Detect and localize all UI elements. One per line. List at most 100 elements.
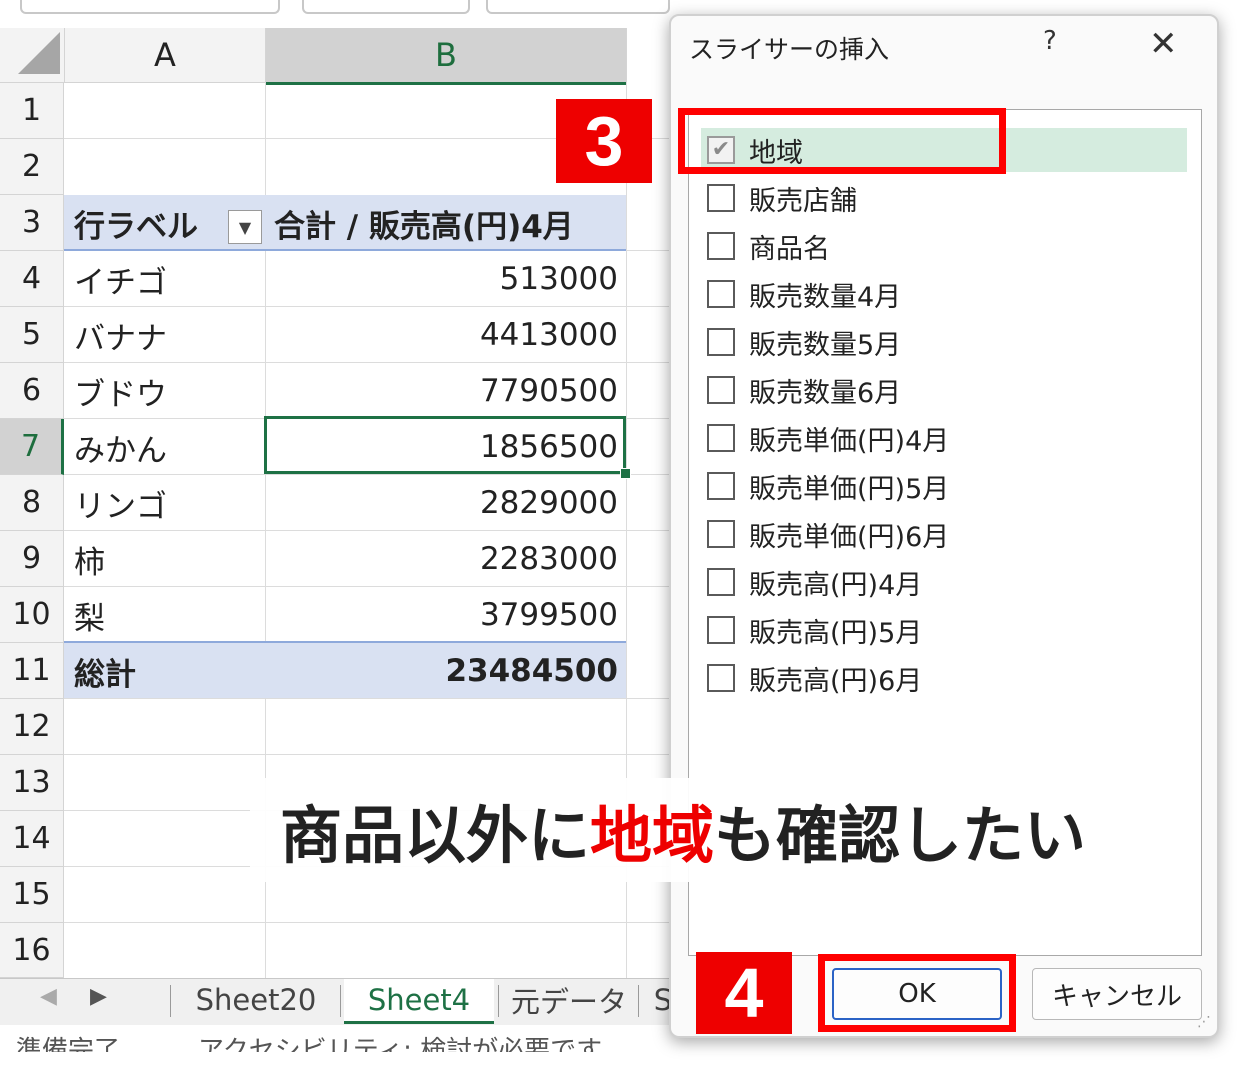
- pivot-total-value[interactable]: 23484500: [266, 643, 626, 699]
- field-item[interactable]: 販売数量5月: [707, 320, 1187, 364]
- field-label: 販売数量6月: [749, 377, 902, 409]
- column-header-a[interactable]: A: [65, 28, 266, 83]
- field-item[interactable]: 販売単価(円)5月: [707, 464, 1187, 508]
- tab-separator: [498, 985, 499, 1017]
- sheet-tab-active[interactable]: Sheet4: [344, 979, 494, 1024]
- tab-separator: [638, 985, 639, 1017]
- row-header[interactable]: 4: [0, 251, 64, 307]
- pivot-row-label[interactable]: 梨: [66, 587, 265, 643]
- annotation-caption: 商品以外に 地域 も確認したい: [250, 778, 1116, 882]
- pivot-row-value[interactable]: 2283000: [266, 531, 626, 587]
- close-icon[interactable]: ✕: [1149, 24, 1178, 64]
- pivot-filter-button[interactable]: ▼: [228, 210, 262, 244]
- row-header[interactable]: 15: [0, 867, 64, 923]
- row-header[interactable]: 12: [0, 699, 64, 755]
- status-bar-text: 準備完了 アクセシビリティ: 検討が必要です: [16, 1036, 603, 1052]
- checkbox[interactable]: [707, 520, 735, 548]
- row-header[interactable]: 11: [0, 643, 64, 699]
- checkbox[interactable]: [707, 472, 735, 500]
- caption-highlight: 地域: [589, 799, 714, 872]
- tab-separator: [340, 985, 341, 1017]
- row-header-selected[interactable]: 7: [0, 419, 64, 475]
- pivot-value-header[interactable]: 合計 / 販売高(円)4月: [266, 195, 626, 251]
- field-label: 販売数量4月: [749, 281, 902, 313]
- checkbox[interactable]: [707, 376, 735, 404]
- active-cell-outline: [264, 416, 626, 474]
- row-header[interactable]: 2: [0, 139, 64, 195]
- fill-handle[interactable]: [620, 468, 631, 479]
- step-3-badge: 3: [556, 99, 652, 183]
- field-label: 販売高(円)5月: [749, 617, 923, 649]
- pivot-row-value[interactable]: 7790500: [266, 363, 626, 419]
- field-label: 商品名: [749, 233, 830, 265]
- pivot-row-label[interactable]: イチゴ: [66, 251, 265, 307]
- pivot-row-label[interactable]: リンゴ: [66, 475, 265, 531]
- step-4-badge: 4: [696, 952, 792, 1034]
- ribbon-stub: [486, 0, 670, 14]
- row-header[interactable]: 8: [0, 475, 64, 531]
- pivot-row-label[interactable]: 柿: [66, 531, 265, 587]
- row-header[interactable]: 1: [0, 83, 64, 139]
- checkbox[interactable]: [707, 328, 735, 356]
- row-header[interactable]: 3: [0, 195, 64, 251]
- select-all-triangle-icon: [18, 32, 60, 74]
- pivot-row-value[interactable]: 4413000: [266, 307, 626, 363]
- ribbon-stub: [20, 0, 280, 14]
- pivot-row-label-header[interactable]: 行ラベル: [66, 195, 226, 251]
- pivot-row-value[interactable]: 513000: [266, 251, 626, 307]
- row-header[interactable]: 13: [0, 755, 64, 811]
- checkbox[interactable]: [707, 184, 735, 212]
- field-label: 販売数量5月: [749, 329, 902, 361]
- pivot-total-label[interactable]: 総計: [66, 643, 265, 699]
- checkbox[interactable]: [707, 424, 735, 452]
- row-header[interactable]: 6: [0, 363, 64, 419]
- pivot-row-value[interactable]: 3799500: [266, 587, 626, 643]
- cancel-button[interactable]: キャンセル: [1032, 968, 1202, 1020]
- checkbox[interactable]: [707, 280, 735, 308]
- row-header[interactable]: 5: [0, 307, 64, 363]
- gridline: [64, 922, 670, 923]
- tab-scroll-left-icon[interactable]: ◀: [40, 984, 57, 1009]
- field-label: 販売単価(円)4月: [749, 425, 950, 457]
- field-item[interactable]: 販売数量4月: [707, 272, 1187, 316]
- pivot-row-value[interactable]: 2829000: [266, 475, 626, 531]
- resize-grip-icon[interactable]: ⋰: [1197, 1014, 1211, 1030]
- caption-text: 商品以外に: [279, 799, 590, 872]
- checkbox[interactable]: [707, 232, 735, 260]
- field-label: 販売店舗: [749, 185, 857, 217]
- field-label: 販売高(円)4月: [749, 569, 923, 601]
- row-header[interactable]: 16: [0, 923, 64, 978]
- field-item[interactable]: 商品名: [707, 224, 1187, 268]
- dropdown-arrow-icon: ▼: [238, 217, 252, 237]
- field-item[interactable]: 販売数量6月: [707, 368, 1187, 412]
- field-item[interactable]: 販売店舗: [707, 176, 1187, 220]
- field-label: 販売単価(円)5月: [749, 473, 950, 505]
- checkbox[interactable]: [707, 568, 735, 596]
- row-header[interactable]: 10: [0, 587, 64, 643]
- row-header[interactable]: 14: [0, 811, 64, 867]
- pivot-row-label[interactable]: みかん: [66, 419, 265, 475]
- ribbon-stub: [302, 0, 470, 14]
- row-header[interactable]: 9: [0, 531, 64, 587]
- column-header-b[interactable]: B: [266, 28, 627, 85]
- caption-text: も確認したい: [714, 799, 1087, 872]
- field-item[interactable]: 販売単価(円)4月: [707, 416, 1187, 460]
- sheet-tab[interactable]: 元データ: [502, 979, 636, 1021]
- field-item[interactable]: 販売高(円)4月: [707, 560, 1187, 604]
- highlight-ok-button: [818, 954, 1016, 1032]
- checkbox[interactable]: [707, 664, 735, 692]
- help-icon[interactable]: ?: [1043, 26, 1057, 56]
- checkbox[interactable]: [707, 616, 735, 644]
- pivot-row-label[interactable]: バナナ: [66, 307, 265, 363]
- dialog-title: スライサーの挿入: [689, 35, 890, 64]
- field-item[interactable]: 販売高(円)5月: [707, 608, 1187, 652]
- field-item[interactable]: 販売単価(円)6月: [707, 512, 1187, 556]
- field-item[interactable]: 販売高(円)6月: [707, 656, 1187, 700]
- tab-scroll-right-icon[interactable]: ▶: [90, 984, 107, 1009]
- highlight-region-field: [678, 108, 1006, 174]
- tab-separator: [170, 985, 171, 1017]
- field-label: 販売単価(円)6月: [749, 521, 950, 553]
- pivot-row-label[interactable]: ブドウ: [66, 363, 265, 419]
- gridline: [64, 754, 670, 755]
- sheet-tab[interactable]: Sheet20: [176, 979, 336, 1021]
